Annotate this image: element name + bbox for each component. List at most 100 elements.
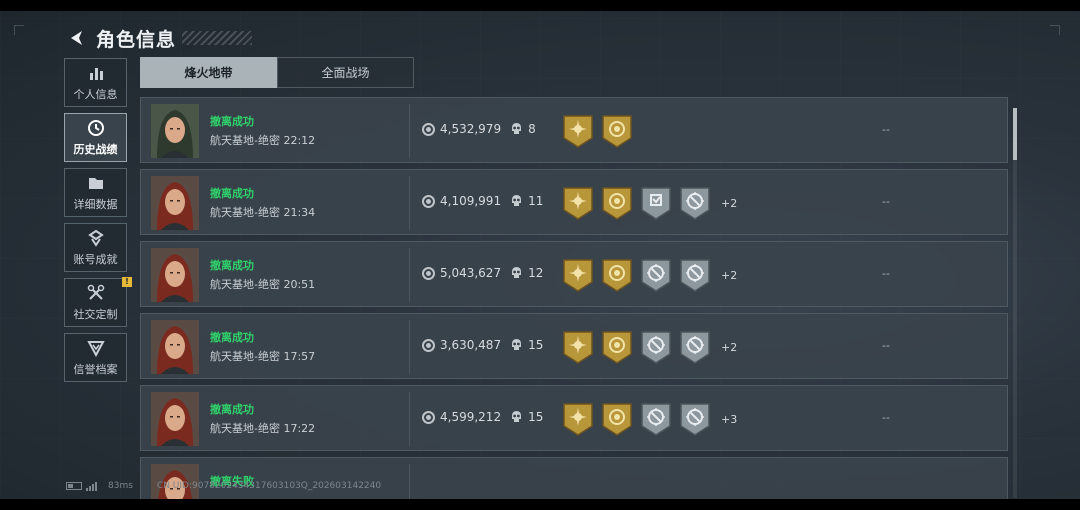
mode-tabs: 烽火地带 全面战场 [140, 57, 414, 88]
match-rating: -- [882, 123, 890, 136]
silver-target-medal-icon[interactable] [640, 258, 672, 292]
folder-icon [88, 177, 103, 189]
page-title: 角色信息 [96, 28, 177, 51]
tab-0[interactable]: 烽火地带 [140, 57, 277, 88]
map-and-time: 航天基地-绝密 17:57 [210, 350, 316, 363]
kill-count: 12 [511, 266, 543, 280]
medal-list: +2 [562, 186, 737, 220]
achievement-icon [87, 229, 104, 247]
kill-count: 8 [511, 122, 536, 136]
sidebar: 个人信息历史战绩详细数据账号成就社交定制! 信誉档案 [64, 58, 132, 388]
match-row[interactable]: 撤离成功 航天基地-绝密 20:51 5,043,627 12 +2 -- [140, 241, 1008, 307]
match-rating: -- [882, 411, 890, 424]
match-history-list[interactable]: 撤离成功 航天基地-绝密 22:12 4,532,979 8 -- 撤离成功 航天基地-绝密… [140, 97, 1008, 499]
sidebar-item-label: 信誉档案 [73, 362, 118, 376]
battery-icon [66, 482, 82, 490]
sidebar-item-4[interactable]: 社交定制! [64, 277, 132, 327]
silver-shield-medal-icon[interactable] [640, 186, 672, 220]
gold-sun-medal-icon[interactable] [562, 114, 594, 148]
status-footer: 83ms CN UID:9078202434317603103Q_2026031… [66, 481, 381, 491]
kill-count: 15 [511, 338, 543, 352]
match-result: 撤离成功 [210, 403, 254, 416]
bar-chart-icon [89, 67, 103, 80]
match-result: 撤离成功 [210, 115, 254, 128]
sidebar-item-label: 社交定制 [73, 307, 118, 321]
sidebar-item-2[interactable]: 详细数据 [64, 168, 127, 217]
match-row[interactable]: 撤离成功 航天基地-绝密 21:34 4,109,991 11 +2 -- [140, 169, 1008, 235]
silver-target-medal-icon[interactable] [679, 402, 711, 436]
match-row[interactable]: 撤离成功航天基地-绝密 17:22 4,599,212 15 +3 -- [140, 385, 1008, 451]
medal-list: +2 [562, 330, 737, 364]
silver-target-medal-icon[interactable] [640, 402, 672, 436]
gold-sun-medal-icon[interactable] [562, 186, 594, 220]
match-row[interactable]: 撤离成功 航天基地-绝密 17:57 3,630,487 15 +2 -- [140, 313, 1008, 379]
tab-1[interactable]: 全面战场 [277, 57, 414, 88]
row-divider [409, 464, 410, 499]
operator-avatar [151, 248, 199, 302]
sidebar-item-5[interactable]: 信誉档案 [64, 333, 127, 382]
row-divider [409, 392, 410, 446]
kill-count-text: 15 [528, 338, 544, 352]
skull-icon [512, 123, 522, 134]
gold-ring-medal-icon[interactable] [601, 114, 633, 148]
coin-icon [422, 266, 435, 280]
tools-icon [87, 284, 104, 300]
loot-value: 4,109,991 11 [422, 194, 543, 208]
match-row[interactable]: 撤离成功航天基地-绝密 22:12 4,532,979 8 -- [140, 97, 1008, 163]
gold-ring-medal-icon[interactable] [601, 402, 633, 436]
gold-ring-medal-icon[interactable] [601, 186, 633, 220]
frame-corner [1050, 25, 1060, 35]
gold-ring-medal-icon[interactable] [601, 258, 633, 292]
coin-icon [422, 122, 435, 136]
match-rating: -- [882, 267, 890, 280]
skull-icon [512, 411, 522, 422]
sidebar-item-label: 个人信息 [73, 87, 118, 101]
gold-sun-medal-icon[interactable] [562, 402, 594, 436]
map-and-time: 航天基地-绝密 20:51 [210, 278, 316, 291]
sidebar-item-3[interactable]: 账号成就 [64, 223, 127, 272]
match-result: 撤离成功 [210, 259, 254, 272]
map-and-time: 航天基地-绝密 17:22 [210, 422, 316, 435]
loot-value-text: 4,532,979 [440, 122, 502, 136]
game-screen: 角色信息 个人信息 历史战绩 详细数据 账号成就 社交定制! 信誉档案 烽火地带 全面战场 … [0, 11, 1080, 499]
header: 角色信息 [66, 23, 253, 53]
sidebar-item-1[interactable]: 历史战绩 [64, 113, 127, 162]
operator-avatar [151, 104, 199, 158]
operator-avatar [151, 176, 199, 230]
silver-target-medal-icon[interactable] [679, 258, 711, 292]
more-medals-count: +3 [721, 412, 738, 426]
scroll-thumb[interactable] [1013, 108, 1017, 160]
credit-shield-icon [86, 340, 105, 357]
coin-icon [422, 194, 435, 208]
gold-sun-medal-icon[interactable] [562, 258, 594, 292]
silver-target-medal-icon[interactable] [679, 186, 711, 220]
loot-value-text: 4,599,212 [440, 410, 502, 424]
sidebar-item-0[interactable]: 个人信息 [64, 58, 127, 107]
row-divider [409, 320, 410, 374]
silver-target-medal-icon[interactable] [679, 330, 711, 364]
kill-count: 11 [511, 194, 543, 208]
kill-count-text: 15 [528, 410, 544, 424]
skull-icon [512, 267, 522, 278]
silver-target-medal-icon[interactable] [640, 330, 672, 364]
more-medals-count: +2 [721, 268, 738, 282]
skull-icon [512, 339, 522, 350]
back-button[interactable] [66, 27, 88, 49]
gold-sun-medal-icon[interactable] [562, 330, 594, 364]
scrollbar[interactable] [1013, 108, 1017, 498]
notification-badge: ! [122, 277, 132, 287]
title-decoration [182, 31, 253, 45]
sidebar-item-label: 账号成就 [73, 252, 118, 266]
gold-ring-medal-icon[interactable] [601, 330, 633, 364]
row-divider [409, 176, 410, 230]
operator-avatar [151, 392, 199, 446]
history-icon [87, 119, 104, 136]
match-row[interactable]: 撤离失败 [140, 457, 1008, 499]
back-arrow-icon [71, 31, 82, 45]
sidebar-item-label: 详细数据 [73, 197, 118, 211]
medal-list [562, 114, 640, 148]
map-and-time: 航天基地-绝密 22:12 [210, 134, 316, 147]
match-rating: -- [882, 195, 890, 208]
loot-value: 3,630,487 15 [422, 338, 543, 352]
loot-value-text: 4,109,991 [440, 194, 502, 208]
